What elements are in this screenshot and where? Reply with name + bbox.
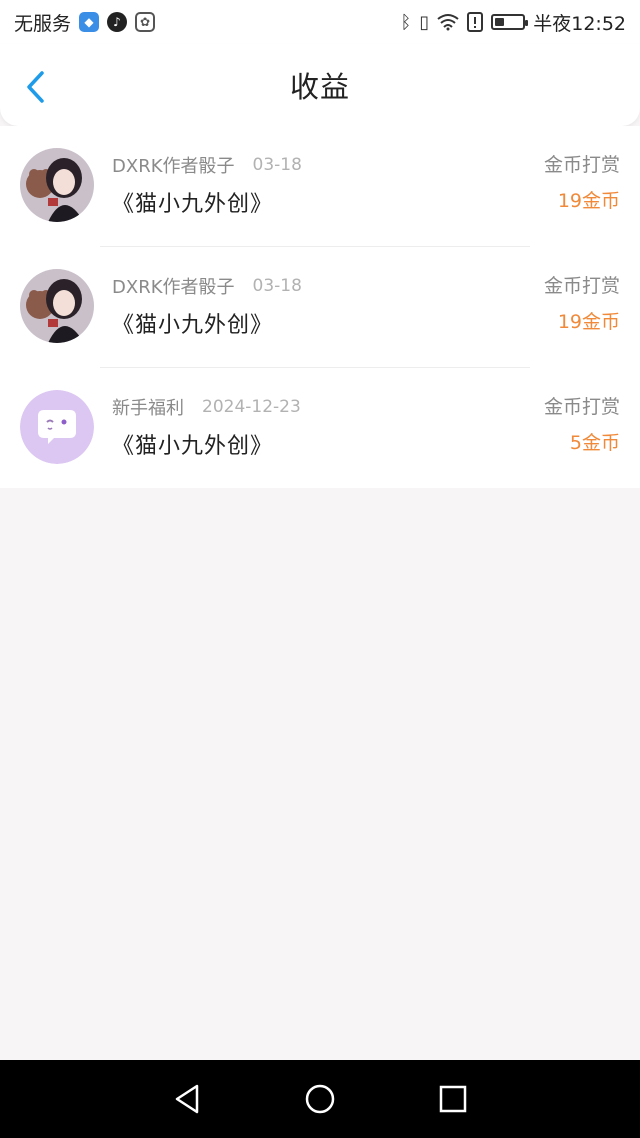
item-author: DXRK作者骰子	[112, 156, 235, 177]
earnings-list: DXRK作者骰子 03-18 《猫小九外创》 金币打赏 19金币 DXRK作者骰…	[0, 126, 640, 488]
item-amount: 19金币	[557, 190, 620, 212]
item-date: 03-18	[252, 155, 302, 175]
item-work-title: 《猫小九外创》	[112, 192, 274, 217]
tiktok-icon: ♪	[107, 12, 128, 32]
item-amount: 19金币	[557, 311, 620, 333]
alert-icon	[467, 12, 484, 32]
nav-home-button[interactable]	[296, 1075, 344, 1123]
list-item[interactable]: 新手福利 2024-12-23 《猫小九外创》 金币打赏 5金币	[0, 368, 640, 488]
vibrate-icon: ▯	[419, 11, 430, 33]
page-title: 收益	[289, 70, 350, 104]
status-bar: 无服务 ◆ ♪ ✿ ᛒ ▯ 半夜12:52	[0, 0, 640, 44]
item-type: 金币打赏	[543, 275, 620, 297]
back-button[interactable]	[18, 70, 52, 104]
item-author: DXRK作者骰子	[112, 277, 235, 298]
list-item[interactable]: DXRK作者骰子 03-18 《猫小九外创》 金币打赏 19金币	[0, 247, 640, 367]
item-author: 新手福利	[112, 398, 184, 419]
home-circle-icon	[305, 1084, 335, 1114]
item-type: 金币打赏	[543, 154, 620, 176]
item-amount: 5金币	[569, 432, 620, 454]
battery-level-fill	[495, 18, 505, 26]
anime-girl-avatar	[20, 148, 94, 222]
carrier-text: 无服务	[14, 12, 72, 35]
wifi-icon	[437, 14, 459, 31]
item-date: 2024-12-23	[202, 397, 301, 417]
system-nav-bar	[0, 1060, 640, 1138]
anime-girl-avatar	[20, 269, 94, 343]
page-header: 收益	[0, 44, 640, 126]
item-type: 金币打赏	[543, 396, 620, 418]
chevron-left-icon	[27, 71, 44, 103]
baidu-paw-icon: ✿	[135, 12, 156, 32]
list-item[interactable]: DXRK作者骰子 03-18 《猫小九外创》 金币打赏 19金币	[0, 126, 640, 246]
back-triangle-icon	[175, 1084, 198, 1114]
bluetooth-icon: ᛒ	[400, 11, 412, 33]
recents-square-icon	[440, 1085, 467, 1113]
item-work-title: 《猫小九外创》	[112, 313, 274, 338]
nav-recents-button[interactable]	[429, 1075, 477, 1123]
shield-icon: ◆	[79, 12, 100, 32]
battery-icon	[491, 14, 529, 30]
chat-bubble-avatar	[20, 390, 94, 464]
item-work-title: 《猫小九外创》	[112, 434, 274, 459]
clock-text: 半夜12:52	[533, 12, 626, 35]
nav-back-button[interactable]	[163, 1075, 211, 1123]
item-date: 03-18	[252, 276, 302, 296]
